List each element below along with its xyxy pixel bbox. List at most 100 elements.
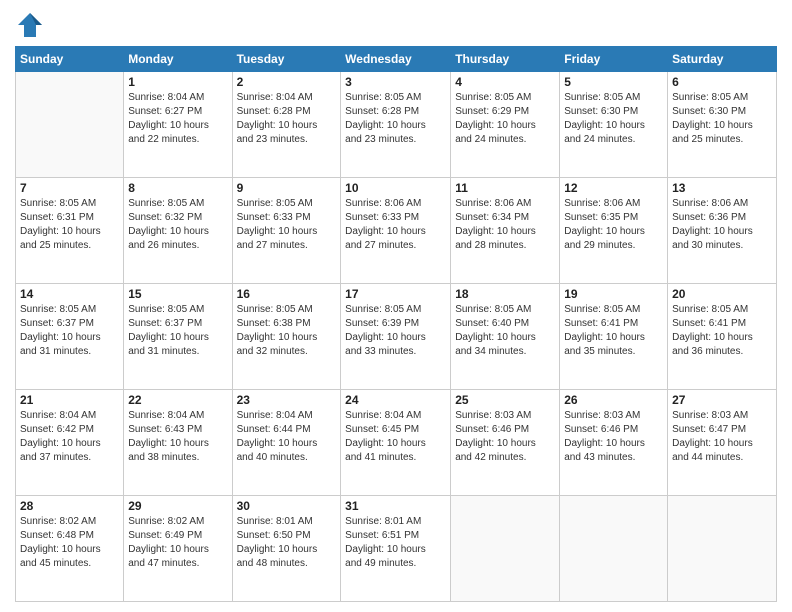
- calendar-cell: 17 Sunrise: 8:05 AM Sunset: 6:39 PM Dayli…: [341, 284, 451, 390]
- day-number: 6: [672, 75, 772, 89]
- calendar-cell: 6 Sunrise: 8:05 AM Sunset: 6:30 PM Daylig…: [668, 72, 777, 178]
- day-number: 23: [237, 393, 337, 407]
- day-info: Sunrise: 8:05 AM Sunset: 6:30 PM Dayligh…: [564, 91, 663, 147]
- day-info: Sunrise: 8:05 AM Sunset: 6:29 PM Dayligh…: [455, 91, 555, 147]
- day-number: 16: [237, 287, 337, 301]
- day-info: Sunrise: 8:03 AM Sunset: 6:46 PM Dayligh…: [455, 409, 555, 465]
- calendar-cell: 20 Sunrise: 8:05 AM Sunset: 6:41 PM Dayli…: [668, 284, 777, 390]
- calendar-cell: 22 Sunrise: 8:04 AM Sunset: 6:43 PM Dayli…: [124, 390, 232, 496]
- day-number: 14: [20, 287, 119, 301]
- day-info: Sunrise: 8:05 AM Sunset: 6:39 PM Dayligh…: [345, 303, 446, 359]
- day-number: 3: [345, 75, 446, 89]
- calendar-cell: 2Sunrise: 8:04 AM Sunset: 6:28 PM Daylig…: [232, 72, 341, 178]
- day-info: Sunrise: 8:05 AM Sunset: 6:30 PM Dayligh…: [672, 91, 772, 147]
- calendar-cell: 7 Sunrise: 8:05 AM Sunset: 6:31 PM Daylig…: [16, 178, 124, 284]
- day-info: Sunrise: 8:05 AM Sunset: 6:38 PM Dayligh…: [237, 303, 337, 359]
- day-number: 15: [128, 287, 227, 301]
- day-number: 13: [672, 181, 772, 195]
- day-info: Sunrise: 8:02 AM Sunset: 6:49 PM Dayligh…: [128, 515, 227, 571]
- calendar-cell: 3 Sunrise: 8:05 AM Sunset: 6:28 PM Daylig…: [341, 72, 451, 178]
- calendar-cell: 29 Sunrise: 8:02 AM Sunset: 6:49 PM Dayli…: [124, 496, 232, 602]
- day-info: Sunrise: 8:05 AM Sunset: 6:37 PM Dayligh…: [128, 303, 227, 359]
- page: SundayMondayTuesdayWednesdayThursdayFrid…: [0, 0, 792, 612]
- day-number: 27: [672, 393, 772, 407]
- calendar-cell: 4 Sunrise: 8:05 AM Sunset: 6:29 PM Daylig…: [451, 72, 560, 178]
- day-info: Sunrise: 8:05 AM Sunset: 6:41 PM Dayligh…: [672, 303, 772, 359]
- day-number: 19: [564, 287, 663, 301]
- weekday-monday: Monday: [124, 47, 232, 72]
- calendar-week-row: 7 Sunrise: 8:05 AM Sunset: 6:31 PM Daylig…: [16, 178, 777, 284]
- calendar-cell: [16, 72, 124, 178]
- weekday-thursday: Thursday: [451, 47, 560, 72]
- calendar-cell: 16 Sunrise: 8:05 AM Sunset: 6:38 PM Dayli…: [232, 284, 341, 390]
- day-number: 8: [128, 181, 227, 195]
- day-number: 7: [20, 181, 119, 195]
- day-info: Sunrise: 8:05 AM Sunset: 6:37 PM Dayligh…: [20, 303, 119, 359]
- day-info: Sunrise: 8:05 AM Sunset: 6:40 PM Dayligh…: [455, 303, 555, 359]
- calendar-week-row: 14 Sunrise: 8:05 AM Sunset: 6:37 PM Dayli…: [16, 284, 777, 390]
- calendar-week-row: 28 Sunrise: 8:02 AM Sunset: 6:48 PM Dayli…: [16, 496, 777, 602]
- day-info: Sunrise: 8:04 AM Sunset: 6:43 PM Dayligh…: [128, 409, 227, 465]
- day-number: 10: [345, 181, 446, 195]
- day-info: Sunrise: 8:06 AM Sunset: 6:34 PM Dayligh…: [455, 197, 555, 253]
- calendar-cell: 25 Sunrise: 8:03 AM Sunset: 6:46 PM Dayli…: [451, 390, 560, 496]
- calendar-table: SundayMondayTuesdayWednesdayThursdayFrid…: [15, 46, 777, 602]
- calendar-cell: 24 Sunrise: 8:04 AM Sunset: 6:45 PM Dayli…: [341, 390, 451, 496]
- day-number: 24: [345, 393, 446, 407]
- calendar-cell: 10 Sunrise: 8:06 AM Sunset: 6:33 PM Dayli…: [341, 178, 451, 284]
- day-info: Sunrise: 8:05 AM Sunset: 6:28 PM Dayligh…: [345, 91, 446, 147]
- calendar-cell: 5 Sunrise: 8:05 AM Sunset: 6:30 PM Daylig…: [560, 72, 668, 178]
- day-number: 31: [345, 499, 446, 513]
- day-info: Sunrise: 8:04 AM Sunset: 6:44 PM Dayligh…: [237, 409, 337, 465]
- day-info: Sunrise: 8:04 AM Sunset: 6:42 PM Dayligh…: [20, 409, 119, 465]
- day-number: 11: [455, 181, 555, 195]
- day-number: 20: [672, 287, 772, 301]
- calendar-week-row: 21Sunrise: 8:04 AM Sunset: 6:42 PM Dayli…: [16, 390, 777, 496]
- calendar-cell: [668, 496, 777, 602]
- day-number: 18: [455, 287, 555, 301]
- day-number: 9: [237, 181, 337, 195]
- day-info: Sunrise: 8:05 AM Sunset: 6:33 PM Dayligh…: [237, 197, 337, 253]
- calendar-cell: 12Sunrise: 8:06 AM Sunset: 6:35 PM Dayli…: [560, 178, 668, 284]
- day-info: Sunrise: 8:05 AM Sunset: 6:32 PM Dayligh…: [128, 197, 227, 253]
- day-info: Sunrise: 8:05 AM Sunset: 6:41 PM Dayligh…: [564, 303, 663, 359]
- day-info: Sunrise: 8:04 AM Sunset: 6:45 PM Dayligh…: [345, 409, 446, 465]
- day-number: 25: [455, 393, 555, 407]
- calendar-cell: 18 Sunrise: 8:05 AM Sunset: 6:40 PM Dayli…: [451, 284, 560, 390]
- day-info: Sunrise: 8:02 AM Sunset: 6:48 PM Dayligh…: [20, 515, 119, 571]
- logo-icon: [15, 10, 45, 40]
- calendar-cell: 23 Sunrise: 8:04 AM Sunset: 6:44 PM Dayli…: [232, 390, 341, 496]
- calendar-cell: 11 Sunrise: 8:06 AM Sunset: 6:34 PM Dayli…: [451, 178, 560, 284]
- day-number: 12: [564, 181, 663, 195]
- day-number: 28: [20, 499, 119, 513]
- weekday-sunday: Sunday: [16, 47, 124, 72]
- calendar-cell: 1Sunrise: 8:04 AM Sunset: 6:27 PM Daylig…: [124, 72, 232, 178]
- calendar-cell: [451, 496, 560, 602]
- day-number: 30: [237, 499, 337, 513]
- weekday-header-row: SundayMondayTuesdayWednesdayThursdayFrid…: [16, 47, 777, 72]
- day-info: Sunrise: 8:06 AM Sunset: 6:33 PM Dayligh…: [345, 197, 446, 253]
- calendar-cell: 15 Sunrise: 8:05 AM Sunset: 6:37 PM Dayli…: [124, 284, 232, 390]
- day-info: Sunrise: 8:03 AM Sunset: 6:47 PM Dayligh…: [672, 409, 772, 465]
- logo: [15, 10, 49, 40]
- calendar-cell: 26Sunrise: 8:03 AM Sunset: 6:46 PM Dayli…: [560, 390, 668, 496]
- day-number: 17: [345, 287, 446, 301]
- calendar-cell: 31Sunrise: 8:01 AM Sunset: 6:51 PM Dayli…: [341, 496, 451, 602]
- calendar-cell: 19 Sunrise: 8:05 AM Sunset: 6:41 PM Dayli…: [560, 284, 668, 390]
- day-number: 22: [128, 393, 227, 407]
- day-number: 26: [564, 393, 663, 407]
- calendar-cell: 14 Sunrise: 8:05 AM Sunset: 6:37 PM Dayli…: [16, 284, 124, 390]
- header: [15, 10, 777, 40]
- calendar-cell: 27 Sunrise: 8:03 AM Sunset: 6:47 PM Dayli…: [668, 390, 777, 496]
- weekday-tuesday: Tuesday: [232, 47, 341, 72]
- day-number: 1: [128, 75, 227, 89]
- calendar-cell: 9 Sunrise: 8:05 AM Sunset: 6:33 PM Daylig…: [232, 178, 341, 284]
- day-info: Sunrise: 8:05 AM Sunset: 6:31 PM Dayligh…: [20, 197, 119, 253]
- day-number: 29: [128, 499, 227, 513]
- day-info: Sunrise: 8:01 AM Sunset: 6:50 PM Dayligh…: [237, 515, 337, 571]
- day-number: 5: [564, 75, 663, 89]
- day-number: 4: [455, 75, 555, 89]
- day-number: 2: [237, 75, 337, 89]
- weekday-friday: Friday: [560, 47, 668, 72]
- calendar-cell: [560, 496, 668, 602]
